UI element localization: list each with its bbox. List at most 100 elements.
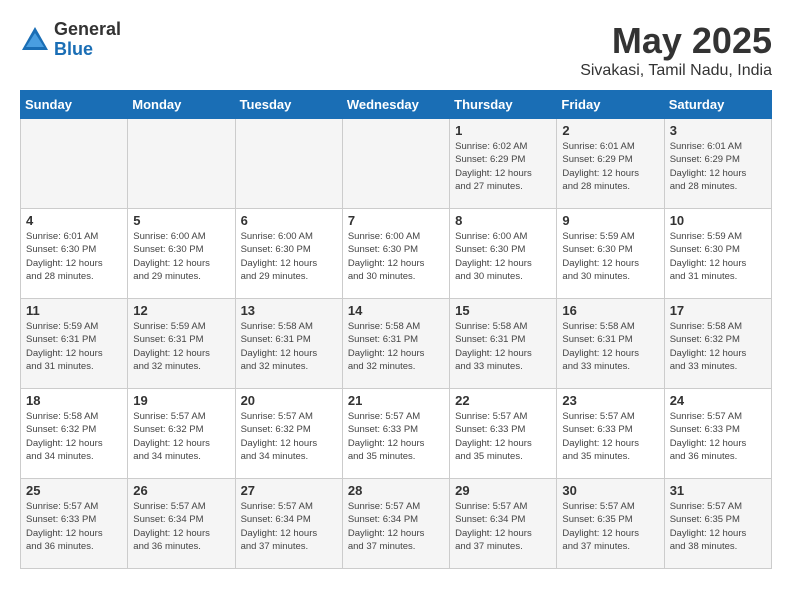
day-number: 4 — [26, 213, 122, 228]
week-row-2: 11 Sunrise: 5:59 AM Sunset: 6:31 PM Dayli… — [21, 299, 772, 389]
day-number: 12 — [133, 303, 229, 318]
day-number: 29 — [455, 483, 551, 498]
logo-text: General Blue — [54, 20, 121, 60]
calendar-cell: 14Sunrise: 5:58 AM Sunset: 6:31 PM Dayli… — [342, 299, 449, 389]
day-number: 13 — [241, 303, 337, 318]
week-row-4: 25 Sunrise: 5:57 AM Sunset: 6:33 PM Dayli… — [21, 479, 772, 569]
day-number: 5 — [133, 213, 229, 228]
day-info: Sunrise: 6:00 AM Sunset: 6:30 PM Dayligh… — [348, 230, 444, 283]
header: General Blue May 2025 Sivakasi, Tamil Na… — [20, 20, 772, 80]
day-info: Sunrise: 5:57 AM Sunset: 6:33 PM Dayligh… — [26, 500, 122, 553]
day-number: 28 — [348, 483, 444, 498]
calendar-cell: 6Sunrise: 6:00 AM Sunset: 6:30 PM Daylig… — [235, 209, 342, 299]
calendar-cell — [342, 119, 449, 209]
day-info: Sunrise: 5:59 AM Sunset: 6:31 PM Dayligh… — [26, 320, 122, 373]
day-number: 10 — [670, 213, 766, 228]
day-number: 21 — [348, 393, 444, 408]
calendar-cell: 27 Sunrise: 5:57 AM Sunset: 6:34 PM Dayli… — [235, 479, 342, 569]
calendar-cell: 5Sunrise: 6:00 AM Sunset: 6:30 PM Daylig… — [128, 209, 235, 299]
calendar-cell: 16 Sunrise: 5:58 AM Sunset: 6:31 PM Dayli… — [557, 299, 664, 389]
calendar-table: SundayMondayTuesdayWednesdayThursdayFrid… — [20, 90, 772, 569]
location-title: Sivakasi, Tamil Nadu, India — [580, 62, 772, 80]
day-info: Sunrise: 5:57 AM Sunset: 6:34 PM Dayligh… — [241, 500, 337, 553]
title-area: May 2025 Sivakasi, Tamil Nadu, India — [580, 20, 772, 80]
day-info: Sunrise: 5:59 AM Sunset: 6:30 PM Dayligh… — [562, 230, 658, 283]
calendar-cell: 26 Sunrise: 5:57 AM Sunset: 6:34 PM Dayli… — [128, 479, 235, 569]
calendar-cell: 29 Sunrise: 5:57 AM Sunset: 6:34 PM Dayli… — [450, 479, 557, 569]
day-info: Sunrise: 5:58 AM Sunset: 6:32 PM Dayligh… — [26, 410, 122, 463]
calendar-cell: 9 Sunrise: 5:59 AM Sunset: 6:30 PM Daylig… — [557, 209, 664, 299]
day-info: Sunrise: 5:59 AM Sunset: 6:31 PM Dayligh… — [133, 320, 229, 373]
day-info: Sunrise: 5:57 AM Sunset: 6:34 PM Dayligh… — [133, 500, 229, 553]
calendar-cell — [21, 119, 128, 209]
calendar-cell: 2 Sunrise: 6:01 AM Sunset: 6:29 PM Daylig… — [557, 119, 664, 209]
calendar-cell: 18Sunrise: 5:58 AM Sunset: 6:32 PM Dayli… — [21, 389, 128, 479]
day-number: 2 — [562, 123, 658, 138]
logo-icon — [20, 25, 50, 55]
day-number: 27 — [241, 483, 337, 498]
day-header-wednesday: Wednesday — [342, 91, 449, 119]
logo-blue: Blue — [54, 40, 121, 60]
day-info: Sunrise: 5:57 AM Sunset: 6:33 PM Dayligh… — [348, 410, 444, 463]
day-info: Sunrise: 5:58 AM Sunset: 6:31 PM Dayligh… — [562, 320, 658, 373]
day-number: 16 — [562, 303, 658, 318]
week-row-1: 4 Sunrise: 6:01 AM Sunset: 6:30 PM Daylig… — [21, 209, 772, 299]
calendar-cell: 12 Sunrise: 5:59 AM Sunset: 6:31 PM Dayli… — [128, 299, 235, 389]
day-number: 15 — [455, 303, 551, 318]
day-number: 17 — [670, 303, 766, 318]
calendar-cell: 7 Sunrise: 6:00 AM Sunset: 6:30 PM Daylig… — [342, 209, 449, 299]
day-info: Sunrise: 6:01 AM Sunset: 6:30 PM Dayligh… — [26, 230, 122, 283]
calendar-cell — [128, 119, 235, 209]
day-info: Sunrise: 5:58 AM Sunset: 6:31 PM Dayligh… — [455, 320, 551, 373]
month-title: May 2025 — [580, 20, 772, 62]
day-number: 22 — [455, 393, 551, 408]
calendar-cell: 24Sunrise: 5:57 AM Sunset: 6:33 PM Dayli… — [664, 389, 771, 479]
calendar-cell: 19 Sunrise: 5:57 AM Sunset: 6:32 PM Dayli… — [128, 389, 235, 479]
day-number: 30 — [562, 483, 658, 498]
day-number: 24 — [670, 393, 766, 408]
logo: General Blue — [20, 20, 121, 60]
calendar-cell: 1 Sunrise: 6:02 AM Sunset: 6:29 PM Daylig… — [450, 119, 557, 209]
day-number: 31 — [670, 483, 766, 498]
day-info: Sunrise: 6:02 AM Sunset: 6:29 PM Dayligh… — [455, 140, 551, 193]
day-number: 20 — [241, 393, 337, 408]
day-header-thursday: Thursday — [450, 91, 557, 119]
day-info: Sunrise: 5:57 AM Sunset: 6:32 PM Dayligh… — [241, 410, 337, 463]
calendar-cell: 23 Sunrise: 5:57 AM Sunset: 6:33 PM Dayli… — [557, 389, 664, 479]
day-number: 11 — [26, 303, 122, 318]
day-header-tuesday: Tuesday — [235, 91, 342, 119]
day-number: 3 — [670, 123, 766, 138]
day-number: 19 — [133, 393, 229, 408]
calendar-cell: 22Sunrise: 5:57 AM Sunset: 6:33 PM Dayli… — [450, 389, 557, 479]
day-info: Sunrise: 6:01 AM Sunset: 6:29 PM Dayligh… — [562, 140, 658, 193]
day-info: Sunrise: 5:57 AM Sunset: 6:32 PM Dayligh… — [133, 410, 229, 463]
calendar-cell: 21 Sunrise: 5:57 AM Sunset: 6:33 PM Dayli… — [342, 389, 449, 479]
calendar-cell — [235, 119, 342, 209]
week-row-3: 18Sunrise: 5:58 AM Sunset: 6:32 PM Dayli… — [21, 389, 772, 479]
day-number: 9 — [562, 213, 658, 228]
day-number: 14 — [348, 303, 444, 318]
day-info: Sunrise: 5:57 AM Sunset: 6:33 PM Dayligh… — [562, 410, 658, 463]
week-row-0: 1 Sunrise: 6:02 AM Sunset: 6:29 PM Daylig… — [21, 119, 772, 209]
day-header-monday: Monday — [128, 91, 235, 119]
day-header-sunday: Sunday — [21, 91, 128, 119]
calendar-cell: 15 Sunrise: 5:58 AM Sunset: 6:31 PM Dayli… — [450, 299, 557, 389]
calendar-cell: 28Sunrise: 5:57 AM Sunset: 6:34 PM Dayli… — [342, 479, 449, 569]
day-number: 7 — [348, 213, 444, 228]
day-number: 1 — [455, 123, 551, 138]
day-number: 25 — [26, 483, 122, 498]
day-info: Sunrise: 5:57 AM Sunset: 6:34 PM Dayligh… — [455, 500, 551, 553]
logo-general: General — [54, 20, 121, 40]
day-number: 26 — [133, 483, 229, 498]
day-info: Sunrise: 5:57 AM Sunset: 6:35 PM Dayligh… — [562, 500, 658, 553]
day-info: Sunrise: 5:58 AM Sunset: 6:32 PM Dayligh… — [670, 320, 766, 373]
calendar-cell: 11 Sunrise: 5:59 AM Sunset: 6:31 PM Dayli… — [21, 299, 128, 389]
day-info: Sunrise: 5:58 AM Sunset: 6:31 PM Dayligh… — [241, 320, 337, 373]
calendar-cell: 25 Sunrise: 5:57 AM Sunset: 6:33 PM Dayli… — [21, 479, 128, 569]
calendar-cell: 30 Sunrise: 5:57 AM Sunset: 6:35 PM Dayli… — [557, 479, 664, 569]
day-number: 8 — [455, 213, 551, 228]
calendar-cell: 10Sunrise: 5:59 AM Sunset: 6:30 PM Dayli… — [664, 209, 771, 299]
day-info: Sunrise: 6:00 AM Sunset: 6:30 PM Dayligh… — [455, 230, 551, 283]
day-number: 23 — [562, 393, 658, 408]
calendar-cell: 4 Sunrise: 6:01 AM Sunset: 6:30 PM Daylig… — [21, 209, 128, 299]
